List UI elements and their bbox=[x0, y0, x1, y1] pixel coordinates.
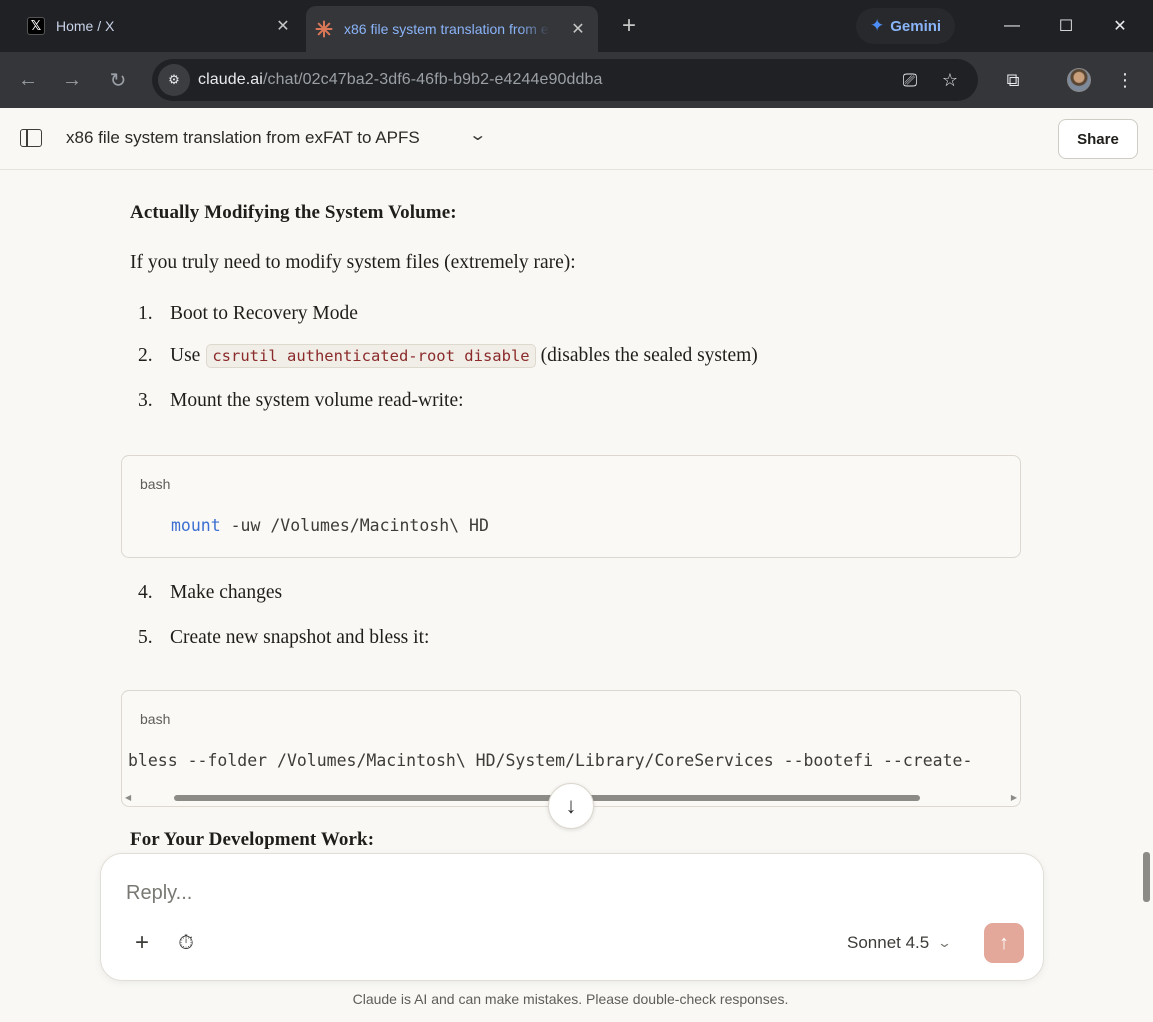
code-line[interactable]: bless --folder /Volumes/Macintosh\ HD/Sy… bbox=[128, 751, 972, 770]
gemini-button[interactable]: ✦ Gemini bbox=[856, 8, 956, 44]
arrow-down-icon: ↓ bbox=[565, 793, 577, 818]
tab-home-x[interactable]: 𝕏 Home / X ✕ bbox=[18, 8, 303, 44]
install-app-icon[interactable]: ⎚ bbox=[898, 68, 922, 92]
close-icon[interactable]: ✕ bbox=[568, 19, 588, 39]
list-item: 3. Mount the system volume read-write: bbox=[138, 390, 464, 411]
inline-code: csrutil authenticated-root disable bbox=[206, 344, 536, 368]
chevron-down-icon: ⌄ bbox=[937, 935, 953, 950]
claude-logo-icon bbox=[314, 19, 334, 39]
code-language-label: bash bbox=[140, 711, 171, 727]
extensions-icon[interactable]: ⧉ bbox=[997, 64, 1029, 96]
code-language-label: bash bbox=[140, 476, 171, 492]
tab-title: Home / X bbox=[56, 18, 115, 34]
list-item: 4. Make changes bbox=[138, 582, 283, 603]
maximize-button[interactable]: ☐ bbox=[1046, 10, 1086, 42]
chat-title[interactable]: x86 file system translation from exFAT t… bbox=[66, 128, 420, 148]
history-button[interactable]: ⏱ bbox=[171, 928, 201, 958]
tab-claude-chat[interactable]: x86 file system translation from exFAT t… bbox=[306, 6, 598, 52]
arrow-up-icon: ↑ bbox=[999, 931, 1009, 954]
paragraph: If you truly need to modify system files… bbox=[130, 252, 576, 273]
address-bar[interactable]: ⚙ claude.ai/chat/02c47ba2-3df6-46fb-b9b2… bbox=[152, 59, 978, 101]
add-attachment-button[interactable]: + bbox=[127, 928, 157, 958]
share-button[interactable]: Share bbox=[1058, 119, 1138, 159]
tab-strip: 𝕏 Home / X ✕ x86 file system translation… bbox=[0, 0, 1153, 52]
sidebar-toggle-icon[interactable] bbox=[20, 129, 42, 147]
back-arrow-icon[interactable]: ← bbox=[12, 64, 44, 96]
page-scrollbar-thumb[interactable] bbox=[1143, 852, 1150, 902]
close-icon[interactable]: ✕ bbox=[273, 16, 293, 36]
send-button[interactable]: ↑ bbox=[984, 923, 1024, 963]
disclaimer-text: Claude is AI and can make mistakes. Plea… bbox=[352, 991, 789, 1007]
plus-icon: + bbox=[134, 929, 149, 956]
code-line[interactable]: mount -uw /Volumes/Macintosh\ HD bbox=[171, 516, 489, 535]
claude-page: x86 file system translation from exFAT t… bbox=[0, 108, 1153, 1022]
minimize-button[interactable]: — bbox=[992, 10, 1032, 42]
close-window-button[interactable]: ✕ bbox=[1100, 10, 1140, 42]
reply-composer: + ⏱ Sonnet 4.5 ⌄ ↑ bbox=[100, 853, 1044, 981]
reload-icon[interactable]: ↻ bbox=[102, 64, 134, 96]
scroll-to-bottom-button[interactable]: ↓ bbox=[548, 783, 594, 829]
bookmark-star-icon[interactable]: ☆ bbox=[938, 68, 962, 92]
model-name: Sonnet 4.5 bbox=[847, 933, 930, 952]
tab-title: x86 file system translation from exFAT t… bbox=[344, 21, 550, 37]
model-selector[interactable]: Sonnet 4.5 ⌄ bbox=[847, 933, 953, 953]
gemini-sparkle-icon: ✦ bbox=[870, 16, 885, 35]
clock-history-icon: ⏱ bbox=[178, 931, 194, 954]
browser-toolbar: ← → ↻ ⚙ claude.ai/chat/02c47ba2-3df6-46f… bbox=[0, 52, 1153, 108]
scroll-left-icon[interactable]: ◀ bbox=[125, 793, 131, 802]
list-item: 1. Boot to Recovery Mode bbox=[138, 303, 358, 324]
site-info-icon[interactable]: ⚙ bbox=[158, 64, 190, 96]
scroll-right-icon[interactable]: ▶ bbox=[1011, 793, 1017, 802]
scrollbar-thumb[interactable] bbox=[174, 795, 920, 801]
url-text[interactable]: claude.ai/chat/02c47ba2-3df6-46fb-b9b2-e… bbox=[198, 71, 603, 89]
x-logo-icon: 𝕏 bbox=[26, 16, 46, 36]
reply-input[interactable] bbox=[126, 882, 826, 905]
gemini-label: Gemini bbox=[890, 17, 942, 35]
code-block[interactable]: bash mount -uw /Volumes/Macintosh\ HD bbox=[121, 455, 1021, 558]
list-item: 5. Create new snapshot and bless it: bbox=[138, 627, 430, 648]
chat-header: x86 file system translation from exFAT t… bbox=[0, 108, 1153, 170]
new-tab-button[interactable]: + bbox=[615, 12, 643, 40]
forward-arrow-icon[interactable]: → bbox=[56, 64, 88, 96]
menu-kebab-icon[interactable]: ⋮ bbox=[1109, 64, 1141, 96]
section-heading: For Your Development Work: bbox=[130, 829, 375, 850]
section-heading: Actually Modifying the System Volume: bbox=[130, 202, 457, 223]
profile-avatar[interactable] bbox=[1063, 64, 1095, 96]
list-item: 2. Use csrutil authenticated-root disable… bbox=[138, 344, 758, 368]
chevron-down-icon[interactable]: ⌄ bbox=[468, 125, 487, 145]
